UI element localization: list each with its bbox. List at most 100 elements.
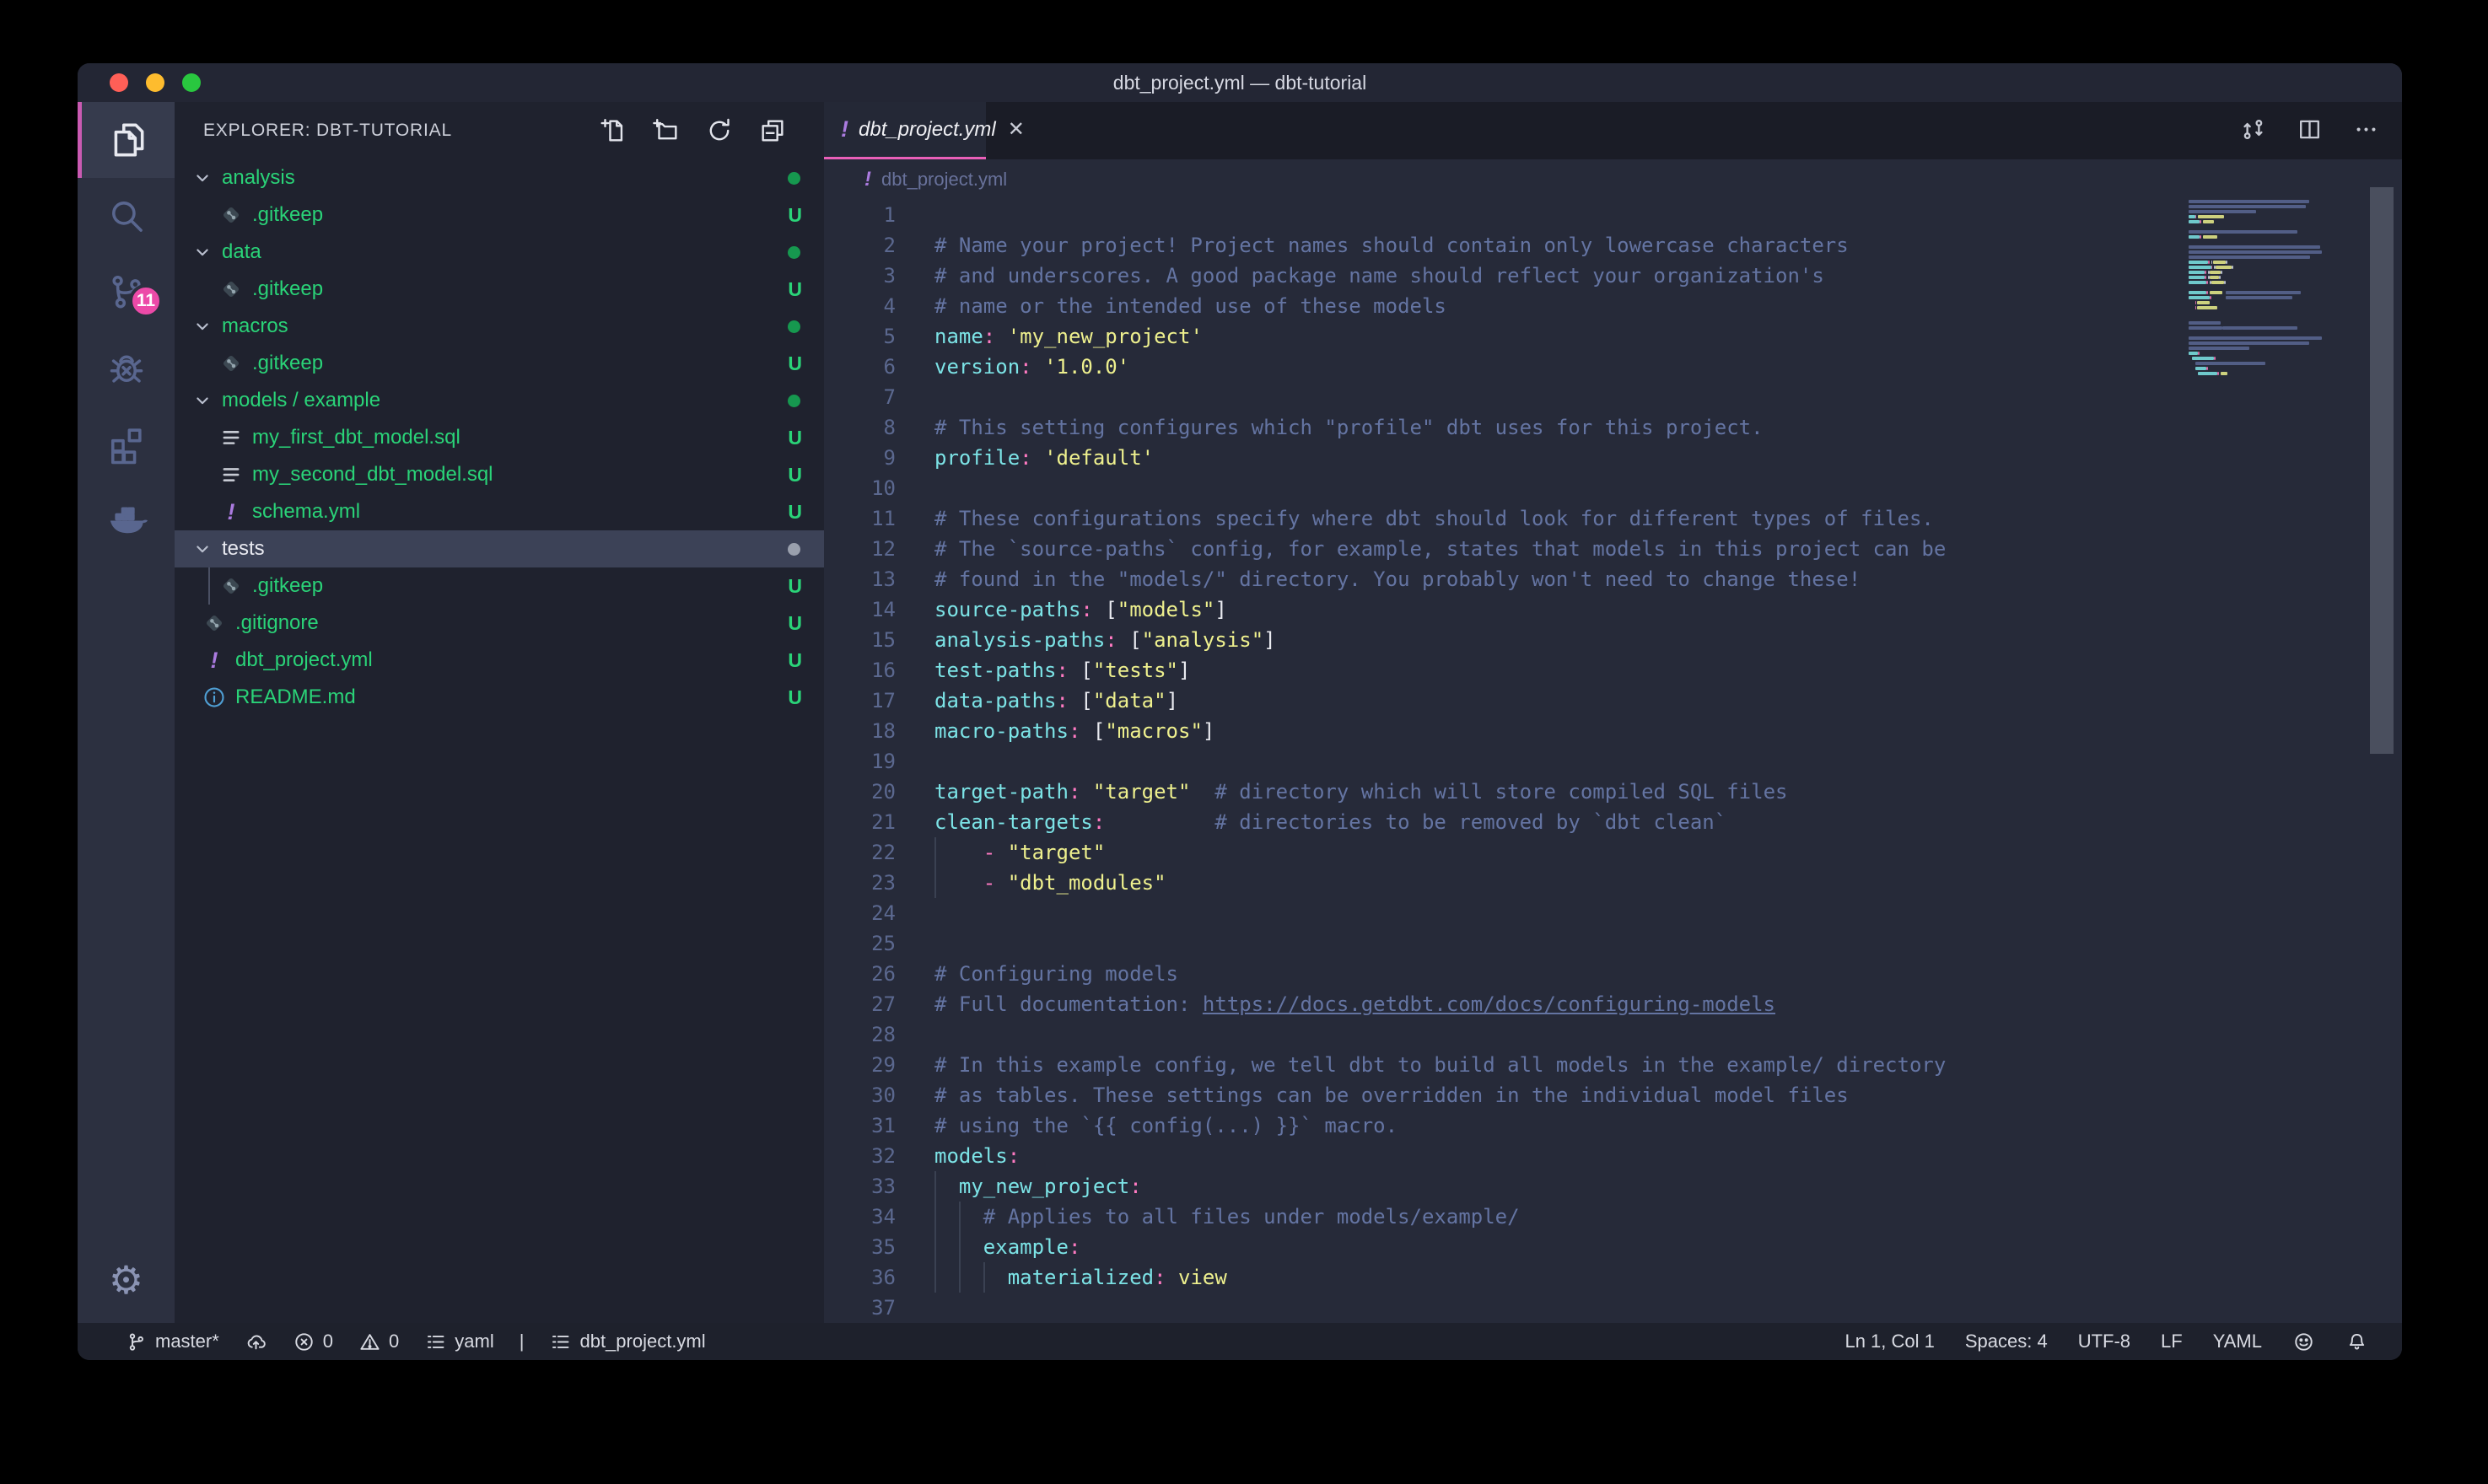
traffic-lights — [110, 63, 201, 102]
breadcrumb-item[interactable]: dbt_project.yml — [881, 169, 1007, 191]
code-line-18[interactable]: 18macro-paths: ["macros"] — [824, 716, 2402, 746]
code-line-27[interactable]: 27# Full documentation: https://docs.get… — [824, 989, 2402, 1019]
tree-file--gitkeep[interactable]: .gitkeepU — [175, 196, 824, 234]
activity-item-extensions[interactable] — [78, 406, 175, 481]
code-line-15[interactable]: 15analysis-paths: ["analysis"] — [824, 625, 2402, 655]
settings-gear-icon[interactable]: ⚙ — [78, 1250, 175, 1309]
code-line-28[interactable]: 28 — [824, 1019, 2402, 1050]
code-line-6[interactable]: 6version: '1.0.0' — [824, 352, 2402, 382]
tree-file-my-first-dbt-model-sql[interactable]: my_first_dbt_model.sqlU — [175, 419, 824, 456]
code-line-3[interactable]: 3# and underscores. A good package name … — [824, 261, 2402, 291]
activity-item-run-debug[interactable] — [78, 330, 175, 406]
editor-scrollbar[interactable] — [2370, 187, 2394, 754]
tree-folder-tests[interactable]: tests — [175, 530, 824, 567]
code-line-24[interactable]: 24 — [824, 898, 2402, 928]
line-number: 36 — [824, 1262, 896, 1293]
close-window-button[interactable] — [110, 73, 128, 92]
code-line-25[interactable]: 25 — [824, 928, 2402, 959]
tree-file-dbt-project-yml[interactable]: !dbt_project.ymlU — [175, 642, 824, 679]
code-line-34[interactable]: 34 # Applies to all files under models/e… — [824, 1202, 2402, 1232]
code-line-11[interactable]: 11# These configurations specify where d… — [824, 503, 2402, 534]
new-file-icon[interactable] — [599, 116, 627, 145]
docker-whale-icon — [105, 498, 148, 540]
open-changes-icon[interactable] — [2239, 116, 2267, 143]
code-line-37[interactable]: 37 — [824, 1293, 2402, 1323]
code-line-36[interactable]: 36 materialized: view — [824, 1262, 2402, 1293]
code-line-4[interactable]: 4# name or the intended use of these mod… — [824, 291, 2402, 321]
code-line-21[interactable]: 21clean-targets: # directories to be rem… — [824, 807, 2402, 837]
refresh-icon[interactable] — [705, 116, 734, 145]
more-actions-icon[interactable] — [2352, 116, 2380, 143]
tree-file--gitignore[interactable]: .gitignoreU — [175, 605, 824, 642]
status-bell-icon[interactable] — [2345, 1331, 2368, 1353]
tree-folder-data[interactable]: data — [175, 234, 824, 271]
code-line-26[interactable]: 26# Configuring models — [824, 959, 2402, 989]
code-area[interactable]: 12# Name your project! Project names sho… — [824, 200, 2402, 1323]
code-line-10[interactable]: 10 — [824, 473, 2402, 503]
close-tab-icon[interactable]: ✕ — [1008, 117, 1025, 142]
zoom-window-button[interactable] — [182, 73, 201, 92]
code-line-16[interactable]: 16test-paths: ["tests"] — [824, 655, 2402, 686]
status-lf[interactable]: LF — [2161, 1331, 2183, 1352]
code-line-35[interactable]: 35 example: — [824, 1232, 2402, 1262]
code-line-2[interactable]: 2# Name your project! Project names shou… — [824, 230, 2402, 261]
code-line-32[interactable]: 32models: — [824, 1141, 2402, 1171]
status-cloud-upload-icon[interactable] — [245, 1331, 267, 1353]
split-editor-icon[interactable] — [2296, 116, 2324, 143]
line-number: 37 — [824, 1293, 896, 1323]
tree-file--gitkeep[interactable]: .gitkeepU — [175, 567, 824, 605]
code-line-19[interactable]: 19 — [824, 746, 2402, 777]
tree-folder-analysis[interactable]: analysis — [175, 159, 824, 196]
status-yaml[interactable]: yaml — [424, 1331, 493, 1353]
status-dbt-project-yml[interactable]: dbt_project.yml — [549, 1331, 705, 1353]
collapse-all-icon[interactable] — [758, 116, 787, 145]
code-line-20[interactable]: 20target-path: "target" # directory whic… — [824, 777, 2402, 807]
code-line-5[interactable]: 5name: 'my_new_project' — [824, 321, 2402, 352]
code-line-23[interactable]: 23 - "dbt_modules" — [824, 868, 2402, 898]
line-number: 32 — [824, 1141, 896, 1171]
minimap[interactable] — [2189, 194, 2369, 381]
tab-dbt-project-yml[interactable]: ! dbt_project.yml ✕ — [824, 102, 986, 159]
code-line-9[interactable]: 9profile: 'default' — [824, 443, 2402, 473]
new-folder-icon[interactable] — [652, 116, 681, 145]
chevron-down-icon — [190, 239, 215, 265]
status-yaml[interactable]: YAML — [2213, 1331, 2262, 1352]
breadcrumb[interactable]: ! dbt_project.yml — [824, 159, 2402, 200]
tree-file-schema-yml[interactable]: !schema.ymlU — [175, 493, 824, 530]
status-utf-8[interactable]: UTF-8 — [2078, 1331, 2130, 1352]
code-line-31[interactable]: 31# using the `{{ config(...) }}` macro. — [824, 1110, 2402, 1141]
tree-folder-macros[interactable]: macros — [175, 308, 824, 345]
status-spaces-4[interactable]: Spaces: 4 — [1965, 1331, 2048, 1352]
status-0[interactable]: 0 — [358, 1331, 399, 1353]
tree-file-my-second-dbt-model-sql[interactable]: my_second_dbt_model.sqlU — [175, 456, 824, 493]
activity-item-search[interactable] — [78, 178, 175, 254]
activity-item-explorer[interactable] — [78, 102, 175, 178]
code-line-29[interactable]: 29# In this example config, we tell dbt … — [824, 1050, 2402, 1080]
code-line-17[interactable]: 17data-paths: ["data"] — [824, 686, 2402, 716]
tab-label: dbt_project.yml — [859, 118, 996, 142]
tree-file-readme-md[interactable]: README.mdU — [175, 679, 824, 716]
code-line-30[interactable]: 30# as tables. These settings can be ove… — [824, 1080, 2402, 1110]
activity-item-docker[interactable] — [78, 481, 175, 557]
status-master-[interactable]: master* — [125, 1331, 219, 1353]
tree-folder-models-example[interactable]: models / example — [175, 382, 824, 419]
code-line-8[interactable]: 8# This setting configures which "profil… — [824, 412, 2402, 443]
code-line-7[interactable]: 7 — [824, 382, 2402, 412]
code-line-22[interactable]: 22 - "target" — [824, 837, 2402, 868]
status-ln-1-col-1[interactable]: Ln 1, Col 1 — [1844, 1331, 1934, 1352]
tree-file--gitkeep[interactable]: .gitkeepU — [175, 271, 824, 308]
status-0[interactable]: 0 — [293, 1331, 333, 1353]
line-number: 18 — [824, 716, 896, 746]
git-modified-dot — [788, 246, 800, 259]
line-number: 9 — [824, 443, 896, 473]
minimize-window-button[interactable] — [146, 73, 164, 92]
code-line-13[interactable]: 13# found in the "models/" directory. Yo… — [824, 564, 2402, 594]
code-line-14[interactable]: 14source-paths: ["models"] — [824, 594, 2402, 625]
title-bar[interactable]: dbt_project.yml — dbt-tutorial — [78, 63, 2402, 102]
status-smiley-icon[interactable] — [2292, 1331, 2315, 1353]
code-line-12[interactable]: 12# The `source-paths` config, for examp… — [824, 534, 2402, 564]
code-line-1[interactable]: 1 — [824, 200, 2402, 230]
activity-item-source-control[interactable]: 11 — [78, 254, 175, 330]
tree-file--gitkeep[interactable]: .gitkeepU — [175, 345, 824, 382]
code-line-33[interactable]: 33 my_new_project: — [824, 1171, 2402, 1202]
